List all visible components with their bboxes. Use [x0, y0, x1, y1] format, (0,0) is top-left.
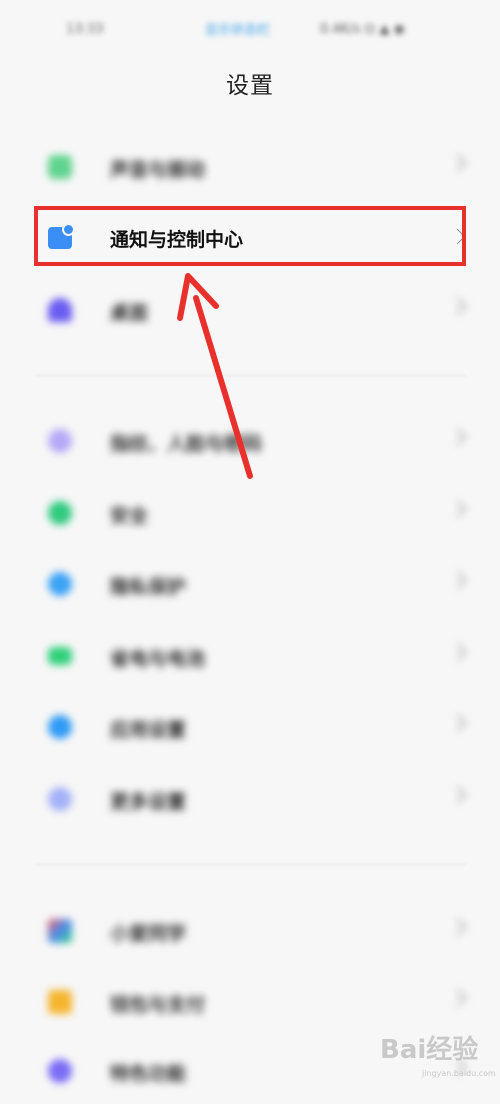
annotation-arrow-icon	[177, 273, 253, 479]
baidu-jingyan-watermark: Bai经验 jingyan.baidu.com	[380, 1025, 496, 1080]
watermark-brand: Bai经验	[380, 1035, 479, 1065]
watermark-url: jingyan.baidu.com	[422, 1069, 496, 1078]
